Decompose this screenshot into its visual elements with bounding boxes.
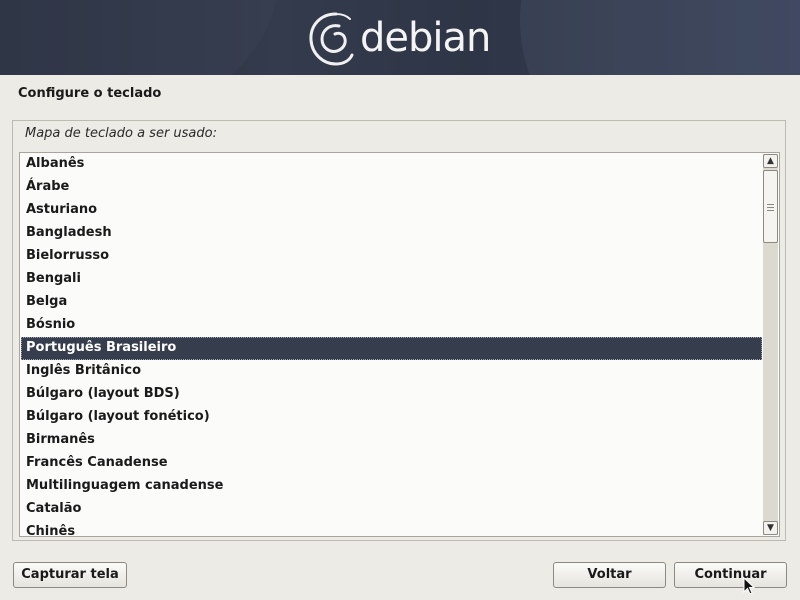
keymap-option[interactable]: Búlgaro (layout BDS) (21, 383, 762, 406)
keymap-option[interactable]: Multilinguagem canadense (21, 475, 762, 498)
thumb-grip (767, 204, 774, 205)
capture-screen-button[interactable]: Capturar tela (13, 562, 127, 588)
keymap-option[interactable]: Bengali (21, 268, 762, 291)
keymap-option[interactable]: Inglês Britânico (21, 360, 762, 383)
scroll-up-button[interactable]: ▲ (763, 154, 778, 168)
keymap-option[interactable]: Asturiano (21, 199, 762, 222)
keymap-option[interactable]: Bósnio (21, 314, 762, 337)
thumb-grip (767, 207, 774, 208)
vertical-scrollbar[interactable]: ▲ ▼ (763, 154, 778, 535)
keymap-option[interactable]: Catalão (21, 498, 762, 521)
keymap-listbox[interactable]: Albanês Árabe Asturiano Bangladesh Bielorrus… (19, 152, 780, 537)
keymap-option[interactable]: Árabe (21, 176, 762, 199)
debian-logo: debian (306, 6, 496, 72)
keymap-option[interactable]: Búlgaro (layout fonético) (21, 406, 762, 429)
keymap-option[interactable]: Português Brasileiro (21, 337, 762, 360)
keymap-option[interactable]: Bangladesh (21, 222, 762, 245)
banner-decoration (0, 0, 280, 75)
page-title: Configure o teclado (18, 86, 162, 101)
mouse-pointer-icon (743, 577, 755, 595)
thumb-grip (767, 210, 774, 211)
keymap-option[interactable]: Belga (21, 291, 762, 314)
keymap-option[interactable]: Birmanês (21, 429, 762, 452)
scroll-down-button[interactable]: ▼ (763, 521, 778, 535)
continue-button[interactable]: Continuar (674, 562, 787, 588)
logo-wordmark: debian (360, 15, 491, 61)
keymap-option[interactable]: Francês Canadense (21, 452, 762, 475)
keymap-option[interactable]: Albanês (21, 153, 762, 176)
keymap-list: Albanês Árabe Asturiano Bangladesh Bielorrus… (21, 153, 762, 536)
scroll-thumb[interactable] (763, 170, 778, 243)
keymap-option[interactable]: Chinês (21, 521, 762, 536)
keymap-option[interactable]: Bielorrusso (21, 245, 762, 268)
back-button[interactable]: Voltar (553, 562, 666, 588)
banner-decoration (520, 0, 800, 75)
keymap-prompt: Mapa de teclado a ser usado: (25, 126, 217, 141)
header-banner: debian (0, 0, 800, 75)
debian-swirl-icon (309, 12, 354, 66)
